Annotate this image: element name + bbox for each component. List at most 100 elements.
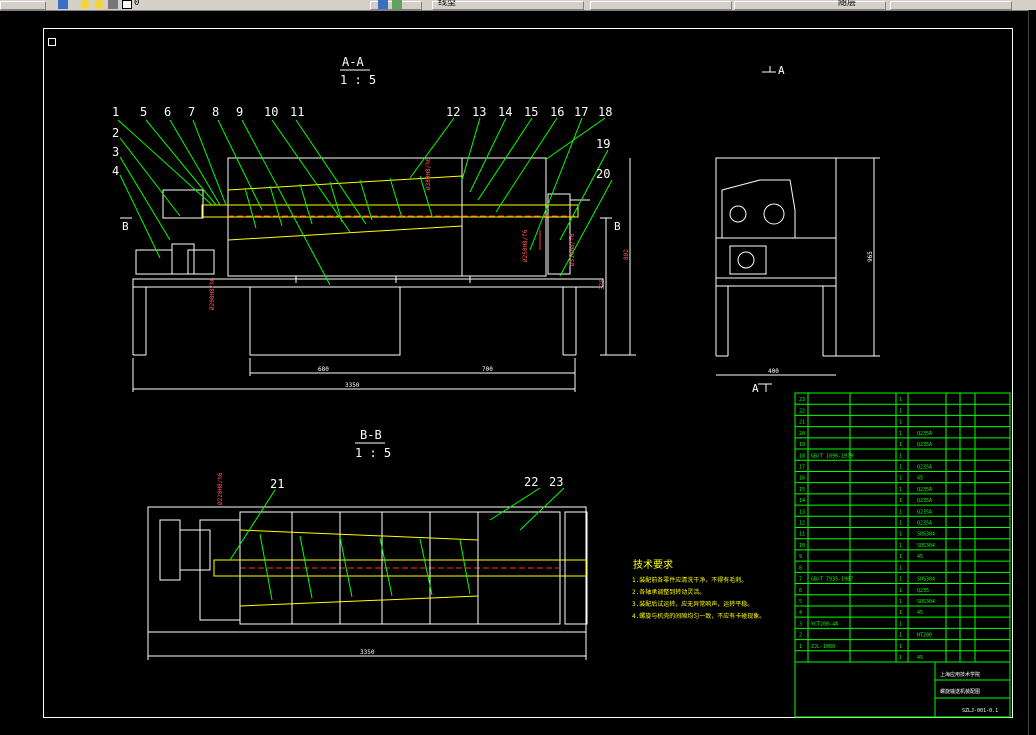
dim-680: 680	[318, 366, 329, 373]
bom-cell: 2	[799, 633, 802, 639]
bom-cell: 4	[799, 610, 802, 616]
bom-cell: Q235	[917, 588, 929, 594]
section-bb-scale: 1 : 5	[355, 446, 391, 460]
bom-cell: 21	[799, 420, 805, 426]
dim-3350: 3350	[345, 382, 360, 389]
bom-cell: 1	[899, 453, 902, 459]
bom-cell: 6	[799, 588, 802, 594]
balloon-18: 18	[598, 105, 612, 119]
balloon-9: 9	[236, 105, 243, 119]
bom-cell: 22	[799, 408, 805, 414]
balloon-5: 5	[140, 105, 147, 119]
bom-table-grid	[794, 392, 1011, 718]
section-aa-scale: 1 : 5	[340, 73, 376, 87]
balloon-21: 21	[270, 477, 284, 491]
balloon-3: 3	[112, 145, 119, 159]
bom-cell: 1	[899, 487, 902, 493]
bom-cell: 1	[899, 521, 902, 527]
bom-cell: 7	[799, 577, 802, 583]
bom-cell: 1	[899, 599, 902, 605]
bom-cell: 45	[917, 476, 923, 482]
bom-cell: YCT200-4A	[811, 621, 838, 627]
balloon-20: 20	[596, 167, 610, 181]
bom-cell: Q235A	[917, 498, 932, 504]
bom-cell: GB/T 1096-1979	[811, 453, 853, 459]
dim-tag-1: Ø200H8/h6	[209, 277, 216, 310]
balloon-8: 8	[212, 105, 219, 119]
bom-cell: 45	[917, 610, 923, 616]
bom-cell: 19	[799, 442, 805, 448]
balloon-7: 7	[188, 105, 195, 119]
bom-cell: 1	[899, 655, 902, 661]
bom-cell: 1	[899, 633, 902, 639]
bom-cell: 5	[799, 599, 802, 605]
section-bb-title: B-B	[360, 428, 382, 442]
tech-notes-heading: 技术要求	[633, 558, 673, 571]
cad-drawing: A-A 1 : 5 B-B 1 : 5 A A 1 5 6 7 8 9 10 1…	[112, 55, 1011, 718]
bom-cell: 1	[899, 543, 902, 549]
bom-cell: Q235A	[917, 464, 932, 470]
dim-side-400: 400	[768, 368, 779, 375]
bom-cell: 15	[799, 487, 805, 493]
bom-cell: 45	[917, 554, 923, 560]
bom-cell: Q235A	[917, 509, 932, 515]
bom-cell: 20	[799, 431, 805, 437]
bom-cell: SUS304	[917, 599, 935, 605]
title-school: 上海应用技术学院	[940, 671, 980, 678]
bom-cell: 45	[917, 655, 923, 661]
bom-cell: SUS304	[917, 543, 935, 549]
bom-cell: 1	[799, 644, 802, 650]
bom-cell: SUS304	[917, 532, 935, 538]
bom-cell: 23	[799, 397, 805, 403]
bom-cell: Q235A	[917, 442, 932, 448]
bom-cell: 8	[799, 565, 802, 571]
balloon-11: 11	[290, 105, 304, 119]
tech-note-3: 3.装配后试运转，应无异常响声，运转平稳。	[632, 600, 753, 608]
bom-cell: SUS304	[917, 577, 935, 583]
main-view	[132, 157, 604, 356]
dim-700: 700	[482, 366, 493, 373]
balloon-16: 16	[550, 105, 564, 119]
bom-cell: 16	[799, 476, 805, 482]
bom-cell: 12	[799, 521, 805, 527]
bom-cell: Q235A	[917, 431, 932, 437]
balloon-4: 4	[112, 164, 119, 178]
bom-cell: 3	[799, 621, 802, 627]
section-aa-title: A-A	[342, 55, 364, 69]
bom-cell: 1	[899, 408, 902, 414]
bom-cell: 1	[899, 577, 902, 583]
cut-mark-right: B	[614, 220, 621, 233]
bom-cell: 11	[799, 532, 805, 538]
drawing-number: SZLJ-001-0.1	[962, 708, 998, 714]
balloon-12: 12	[446, 105, 460, 119]
balloon-10: 10	[264, 105, 278, 119]
bom-cell: Q235A	[917, 521, 932, 527]
dim-tag-2: Ø380H8/h6	[425, 157, 432, 190]
balloon-2: 2	[112, 126, 119, 140]
bom-cell: 1	[899, 476, 902, 482]
bom-cell: 1	[899, 498, 902, 504]
balloon-15: 15	[524, 105, 538, 119]
dim-375: 375	[599, 279, 606, 290]
bom-cell: 1	[899, 610, 902, 616]
bom-cell: GB/T 7935-1987	[811, 577, 853, 583]
dim-side-965: 965	[867, 251, 874, 262]
view-marker-a-bottom: A	[752, 382, 759, 395]
title-name: 螺旋输送机装配图	[940, 688, 980, 695]
balloon-6: 6	[164, 105, 171, 119]
dim-802: 802	[623, 249, 630, 260]
bom-cell: ZJL-1080	[811, 644, 835, 650]
bb-view	[147, 506, 588, 660]
dim-tag-3: Ø250H8/f6	[522, 229, 529, 262]
bom-cell: 1	[899, 621, 902, 627]
balloon-23: 23	[549, 475, 563, 489]
bom-cell: 9	[799, 554, 802, 560]
dim-3350-b: 3350	[360, 649, 375, 656]
view-marker-a-top: A	[778, 64, 785, 77]
bom-cell: 17	[799, 464, 805, 470]
balloon-19: 19	[596, 137, 610, 151]
balloon-1: 1	[112, 105, 119, 119]
leaders-aa	[117, 117, 613, 286]
bom-cell: 1	[899, 397, 902, 403]
balloon-17: 17	[574, 105, 588, 119]
